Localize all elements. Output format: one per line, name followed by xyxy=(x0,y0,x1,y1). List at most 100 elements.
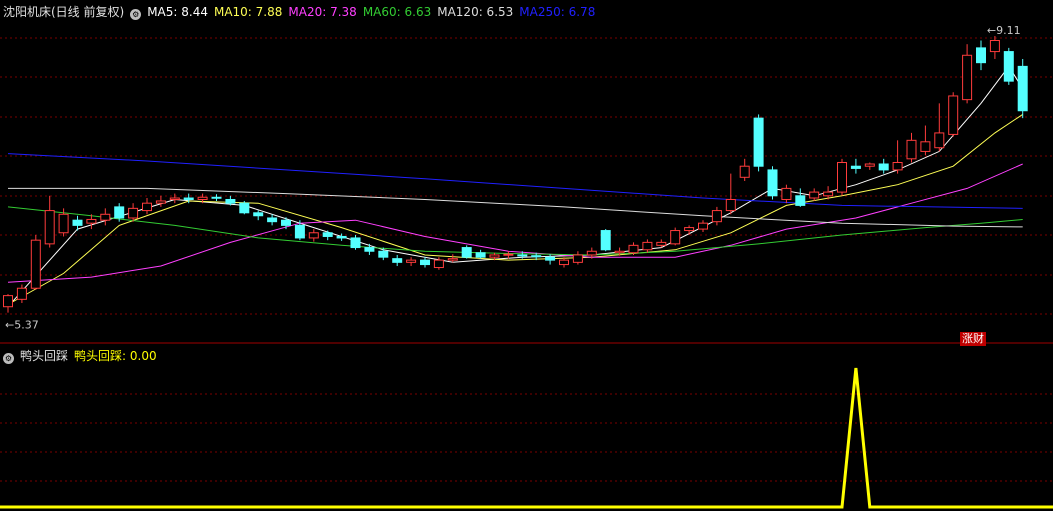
candle-body xyxy=(809,191,820,199)
settings-icon[interactable]: ⚙ xyxy=(130,9,142,20)
candle-body xyxy=(586,250,597,256)
candle-body xyxy=(114,206,125,219)
candle-body xyxy=(447,258,458,261)
candle xyxy=(906,132,917,163)
candle xyxy=(976,40,986,71)
candle-body xyxy=(225,198,236,204)
candle-body xyxy=(1017,65,1028,112)
candle-body xyxy=(698,222,708,230)
candle-body xyxy=(572,254,583,263)
candle-body xyxy=(489,254,500,258)
candle-body xyxy=(531,255,542,258)
candle-body xyxy=(545,256,556,261)
candle-body xyxy=(406,259,417,263)
candle-body xyxy=(461,247,472,258)
candle-body xyxy=(962,54,973,101)
candle-body xyxy=(753,117,764,167)
moving-average-lines xyxy=(7,65,1024,308)
candle xyxy=(892,140,903,174)
candle-body xyxy=(976,47,986,64)
candle-body xyxy=(781,187,792,200)
candle xyxy=(1017,58,1028,119)
candle-body xyxy=(739,165,750,178)
candle-body xyxy=(711,210,722,223)
candle-body xyxy=(864,163,875,167)
candle-body xyxy=(878,163,889,171)
candle xyxy=(142,198,152,215)
candle xyxy=(308,229,319,242)
candle-body xyxy=(253,212,264,217)
candle xyxy=(878,158,889,174)
candle xyxy=(336,233,347,241)
candle-body xyxy=(600,230,611,251)
candle-body xyxy=(72,219,83,226)
candle xyxy=(948,92,959,137)
candle-body xyxy=(823,191,834,197)
candle xyxy=(711,206,722,226)
ma-line-ma20 xyxy=(7,163,1023,283)
candle xyxy=(30,234,41,290)
ma-line-ma120 xyxy=(8,187,1023,228)
candle-body xyxy=(3,295,13,308)
candle-body xyxy=(378,250,389,258)
candle-body xyxy=(892,162,903,171)
ma-line-ma250 xyxy=(7,153,1023,209)
candle xyxy=(725,173,736,215)
indicator-legend: ⚙ 鸭头回踩 鸭头回踩: 0.00 xyxy=(3,348,163,364)
candle-body xyxy=(169,197,180,200)
candle xyxy=(322,230,333,241)
candle-body xyxy=(906,139,917,160)
candle-body xyxy=(1003,51,1014,82)
candle xyxy=(211,194,222,201)
kline-chart[interactable]: ←9.11 ←5.37 xyxy=(0,0,1053,511)
candle-body xyxy=(128,207,139,219)
candle-body xyxy=(30,239,41,289)
candle-body xyxy=(517,254,528,257)
candle xyxy=(3,294,13,313)
brand-badge: 涨财 xyxy=(960,332,986,346)
candle-body xyxy=(614,250,625,254)
ma-legend-item: MA60: 6.63 xyxy=(362,5,432,19)
candle-body xyxy=(433,259,444,269)
candle-body xyxy=(239,202,250,214)
candle xyxy=(795,188,806,207)
candle-body xyxy=(725,198,736,212)
candle-body xyxy=(44,210,55,245)
candle xyxy=(781,184,792,204)
candle xyxy=(670,227,681,246)
candle-body xyxy=(684,227,695,232)
candle xyxy=(461,245,472,259)
candle-body xyxy=(308,232,319,239)
chart-title: 沈阳机床(日线 前复权) xyxy=(3,5,125,19)
candle xyxy=(475,249,486,259)
candle xyxy=(920,125,931,156)
candle xyxy=(989,36,1000,59)
candle-body xyxy=(948,95,959,135)
candle xyxy=(698,220,708,233)
settings-icon[interactable]: ⚙ xyxy=(3,353,14,364)
candle-body xyxy=(795,195,806,206)
candle xyxy=(684,225,695,235)
candle-body xyxy=(100,213,111,221)
ma-legend-item: MA10: 7.88 xyxy=(213,5,283,19)
candle-body xyxy=(628,244,639,254)
candle-body xyxy=(155,200,166,204)
candle xyxy=(753,114,764,172)
candle xyxy=(572,251,583,265)
candle-body xyxy=(350,237,361,249)
candle-body xyxy=(420,259,430,266)
candle-body xyxy=(837,162,847,193)
candle xyxy=(420,257,430,268)
candle xyxy=(281,217,291,230)
indicator-series xyxy=(0,367,1053,509)
candle xyxy=(239,200,250,215)
candle xyxy=(837,158,847,196)
candle-body xyxy=(989,39,1000,53)
candle xyxy=(392,254,403,267)
ma-legend-item: MA120: 6.53 xyxy=(437,5,514,19)
candle-body xyxy=(642,241,653,251)
price-markers: ←9.11 ←5.37 xyxy=(5,24,1021,332)
candle-body xyxy=(934,132,945,149)
candle xyxy=(1003,47,1014,85)
candle-body xyxy=(336,235,347,239)
